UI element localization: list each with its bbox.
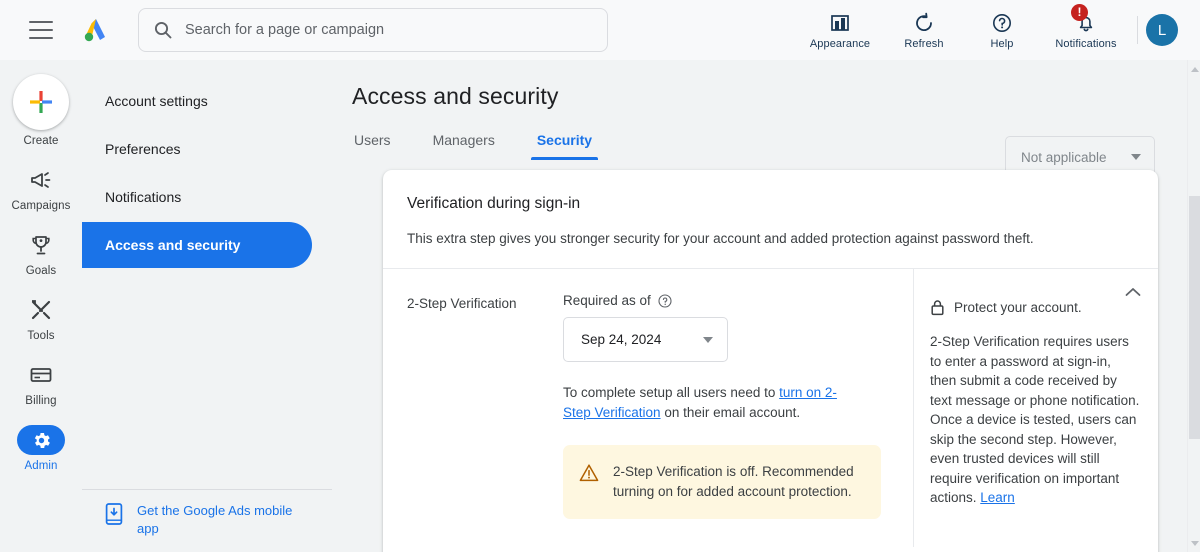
mobile-app-link[interactable]: Get the Google Ads mobile app	[137, 502, 297, 538]
help-circle-icon[interactable]	[658, 293, 672, 308]
goals-trophy-icon	[17, 230, 65, 260]
info-panel-text: 2-Step Verification requires users to en…	[930, 334, 1140, 505]
tab-security[interactable]: Security	[530, 132, 599, 160]
mobile-app-promo[interactable]: Get the Google Ads mobile app	[82, 489, 332, 552]
help-label: Help	[990, 37, 1014, 50]
setting-row-label: 2-Step Verification	[407, 296, 517, 311]
rail-item-tools[interactable]: Tools	[4, 295, 78, 342]
tab-users[interactable]: Users	[352, 132, 393, 160]
setup-instruction: To complete setup all users need to turn…	[563, 383, 843, 423]
appearance-label: Appearance	[809, 37, 871, 50]
card-body: 2-Step Verification Required as of Sep 2…	[383, 269, 1158, 547]
rail-item-admin[interactable]: Admin	[4, 425, 78, 472]
search-icon	[154, 21, 172, 39]
appearance-icon	[829, 11, 851, 35]
tab-label: Security	[536, 132, 593, 148]
scrollbar-thumb[interactable]	[1189, 196, 1200, 439]
sidebar-item-account-settings[interactable]: Account settings	[82, 78, 312, 124]
create-plus-icon	[13, 74, 69, 130]
hamburger-menu-icon[interactable]	[29, 21, 53, 39]
required-as-of-date-value: Sep 24, 2024	[581, 332, 662, 347]
rail-item-create[interactable]: Create	[4, 74, 78, 147]
rail-label-admin: Admin	[24, 460, 58, 472]
tab-managers[interactable]: Managers	[431, 132, 497, 160]
secondary-nav: Account settings Preferences Notificatio…	[82, 60, 332, 552]
secondary-nav-list: Account settings Preferences Notificatio…	[82, 60, 332, 268]
mobile-app-download-icon	[105, 503, 123, 525]
tools-wrench-icon	[17, 295, 65, 325]
avatar[interactable]: L	[1146, 14, 1178, 46]
sidebar-item-preferences[interactable]: Preferences	[82, 126, 312, 172]
refresh-label: Refresh	[904, 37, 944, 50]
search-bar[interactable]	[138, 8, 608, 52]
card-subtitle: This extra step gives you stronger secur…	[407, 231, 1034, 246]
refresh-icon	[913, 11, 935, 35]
sidebar-item-label: Notifications	[105, 189, 182, 205]
info-panel-title: Protect your account.	[954, 300, 1082, 315]
required-as-of-label: Required as of	[563, 293, 651, 308]
info-panel-body: 2-Step Verification requires users to en…	[930, 332, 1140, 508]
rail-label-goals: Goals	[25, 265, 57, 277]
rail-label-create: Create	[23, 135, 59, 147]
rail-item-billing[interactable]: Billing	[4, 360, 78, 407]
main-content: Access and security Users Managers Secur…	[332, 60, 1188, 552]
sidebar-item-label: Preferences	[105, 141, 181, 157]
rail-label-tools: Tools	[27, 330, 55, 342]
info-panel-header: Protect your account.	[930, 299, 1140, 316]
chevron-down-icon	[703, 336, 713, 343]
tab-label: Managers	[432, 132, 495, 148]
sidebar-item-notifications[interactable]: Notifications	[82, 174, 312, 220]
sidebar-item-label: Account settings	[105, 93, 208, 109]
google-ads-logo[interactable]	[80, 14, 112, 46]
learn-more-link[interactable]: Learn	[980, 490, 1015, 505]
scroll-down-arrow-icon[interactable]	[1188, 536, 1200, 550]
setup-note-text-before: To complete setup all users need to	[563, 385, 780, 400]
sidebar-item-access-and-security[interactable]: Access and security	[82, 222, 312, 268]
admin-gear-icon	[17, 425, 65, 455]
chevron-up-icon	[1125, 288, 1141, 296]
left-rail: Create Campaigns Goals Tools Billing Adm…	[0, 60, 82, 552]
toolbar-right: Appearance Refresh Help ! Notifications …	[795, 0, 1200, 60]
page-scrollbar[interactable]	[1187, 60, 1200, 552]
required-as-of-row: Required as of	[563, 293, 893, 308]
top-bar: Appearance Refresh	[0, 0, 1200, 60]
rail-label-billing: Billing	[25, 395, 57, 407]
warning-triangle-icon	[579, 464, 599, 482]
card-title: Verification during sign-in	[407, 195, 581, 212]
search-input[interactable]	[185, 22, 593, 38]
tab-label: Users	[354, 132, 391, 148]
help-button[interactable]: Help	[968, 11, 1036, 50]
setting-control-column: Required as of Sep 24, 2024 To complete …	[563, 269, 913, 547]
appearance-button[interactable]: Appearance	[800, 11, 880, 50]
chevron-down-icon	[1131, 154, 1141, 160]
campaigns-megaphone-icon	[17, 165, 65, 195]
rail-label-campaigns: Campaigns	[11, 200, 71, 212]
setup-note-text-after: on their email account.	[660, 405, 801, 420]
setting-label-column: 2-Step Verification	[383, 269, 563, 547]
notifications-label: Notifications	[1055, 37, 1117, 50]
lock-icon	[931, 300, 944, 316]
billing-card-icon	[17, 360, 65, 390]
help-icon	[991, 11, 1013, 35]
card-header: Verification during sign-in This extra s…	[383, 170, 1158, 269]
rail-item-goals[interactable]: Goals	[4, 230, 78, 277]
notification-badge: !	[1071, 3, 1088, 21]
notifications-button[interactable]: ! Notifications	[1046, 3, 1126, 50]
collapse-info-panel-button[interactable]	[1122, 281, 1144, 303]
status-alert-text: 2-Step Verification is off. Recommended …	[613, 464, 854, 499]
account-scope-value: Not applicable	[1021, 149, 1107, 165]
rail-item-campaigns[interactable]: Campaigns	[4, 165, 78, 212]
refresh-button[interactable]: Refresh	[890, 11, 958, 50]
notifications-bell-icon: !	[1071, 3, 1097, 35]
scroll-up-arrow-icon[interactable]	[1188, 62, 1200, 76]
toolbar-divider	[1137, 16, 1138, 44]
info-panel: Protect your account. 2-Step Verificatio…	[913, 269, 1158, 547]
verification-card: Verification during sign-in This extra s…	[383, 170, 1158, 552]
status-alert: 2-Step Verification is off. Recommended …	[563, 445, 881, 519]
sidebar-item-label: Access and security	[105, 237, 241, 253]
page-title: Access and security	[352, 83, 559, 109]
required-as-of-date-select[interactable]: Sep 24, 2024	[563, 317, 728, 362]
app-root: Appearance Refresh	[0, 0, 1200, 552]
